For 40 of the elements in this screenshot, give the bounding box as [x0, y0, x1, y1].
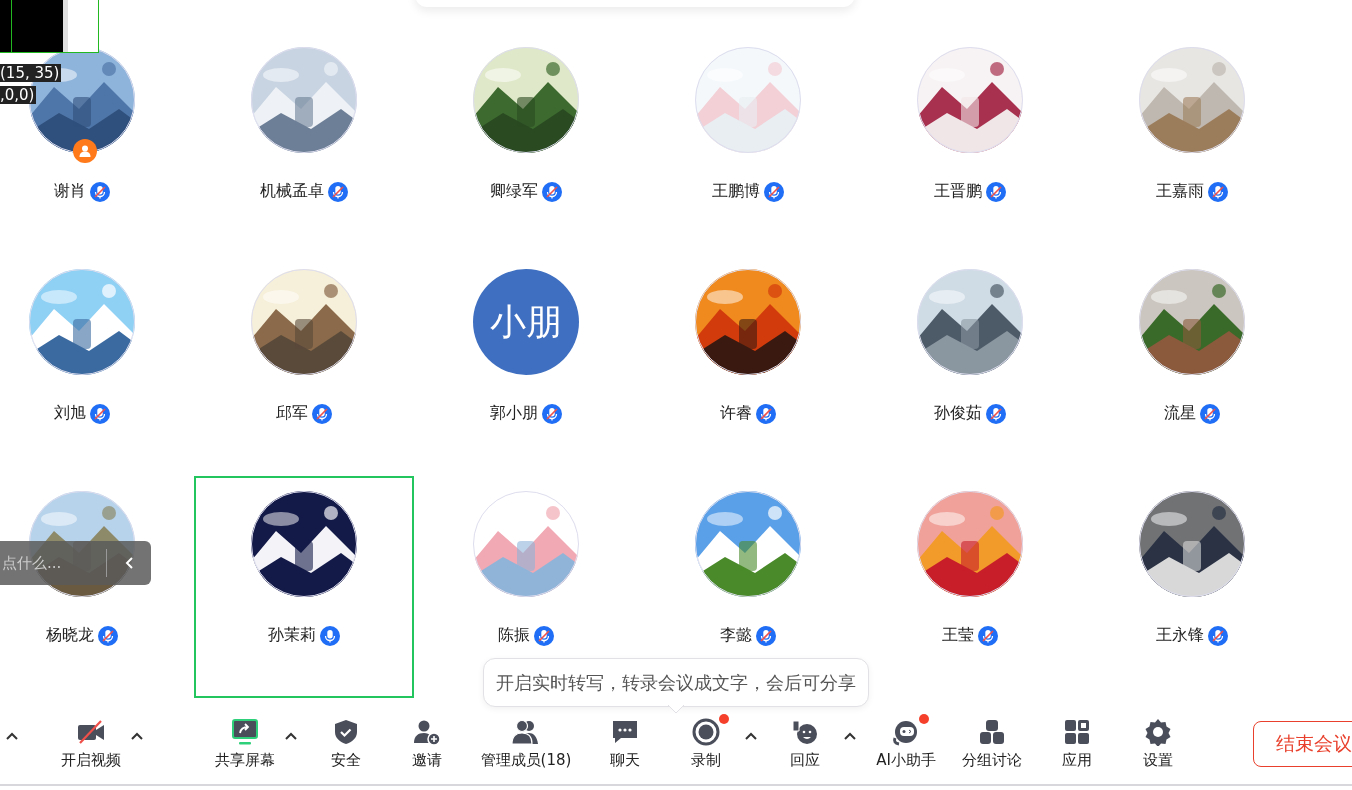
initials-avatar: 小朋 [473, 269, 579, 375]
participant-name: 孙茉莉 [268, 625, 316, 646]
participant-name: 王莹 [942, 625, 974, 646]
selected-tile[interactable]: 孙茉莉 [194, 476, 414, 698]
participant-name: 流星 [1164, 403, 1196, 424]
tooltip-pointer-icon [668, 705, 684, 713]
chevron-left-icon [123, 556, 134, 570]
participant-name: 孙俊茹 [934, 403, 982, 424]
toolbar-button[interactable]: 聊天 [590, 718, 660, 770]
participant-name: 王永锋 [1156, 625, 1204, 646]
toolbar-button[interactable]: 安全 [311, 718, 381, 770]
participant-name: 郭小朋 [490, 403, 538, 424]
toolbar-button[interactable]: 共享屏幕 [209, 718, 281, 770]
toolbar-button[interactable]: 管理成员(18) [471, 718, 581, 770]
coordinate-label: (15, 35) [0, 64, 62, 82]
chat-bar[interactable]: 点什么... [0, 541, 151, 585]
toolbar-button[interactable]: 设置 [1123, 718, 1193, 770]
participant-name: 杨晓龙 [46, 625, 94, 646]
participant-name: 邱军 [276, 403, 308, 424]
participant-name: 许睿 [720, 403, 752, 424]
participant-name: 谢肖 [54, 181, 86, 202]
toolbar-button[interactable]: 应用 [1042, 718, 1112, 770]
toolbar-button[interactable]: 录制 [671, 718, 741, 770]
participant-name: 李懿 [720, 625, 752, 646]
participant-name: 陈振 [498, 625, 530, 646]
toolbar-button[interactable]: 回应 [770, 718, 840, 770]
participant-name: 刘旭 [54, 403, 86, 424]
participant-name: 王鹏博 [712, 181, 760, 202]
participant-name: 机械孟卓 [260, 181, 324, 202]
tooltip: 开启实时转写，转录会议成文字，会后可分享 [483, 658, 869, 707]
participant-name: 王嘉雨 [1156, 181, 1204, 202]
toolbar-button[interactable]: AI小助手 [866, 718, 946, 770]
end-meeting-button[interactable]: 结束会议 [1253, 721, 1352, 767]
participant-name: 王晋鹏 [934, 181, 982, 202]
toolbar-button[interactable]: 开启视频 [55, 718, 127, 770]
chat-input[interactable]: 点什么... [0, 554, 102, 572]
coordinate-label: ,0,0) [0, 86, 37, 104]
toolbar-button[interactable]: 邀请 [392, 718, 462, 770]
toolbar-button[interactable]: 分组讨论 [952, 718, 1032, 770]
participant-name: 卿绿军 [490, 181, 538, 202]
